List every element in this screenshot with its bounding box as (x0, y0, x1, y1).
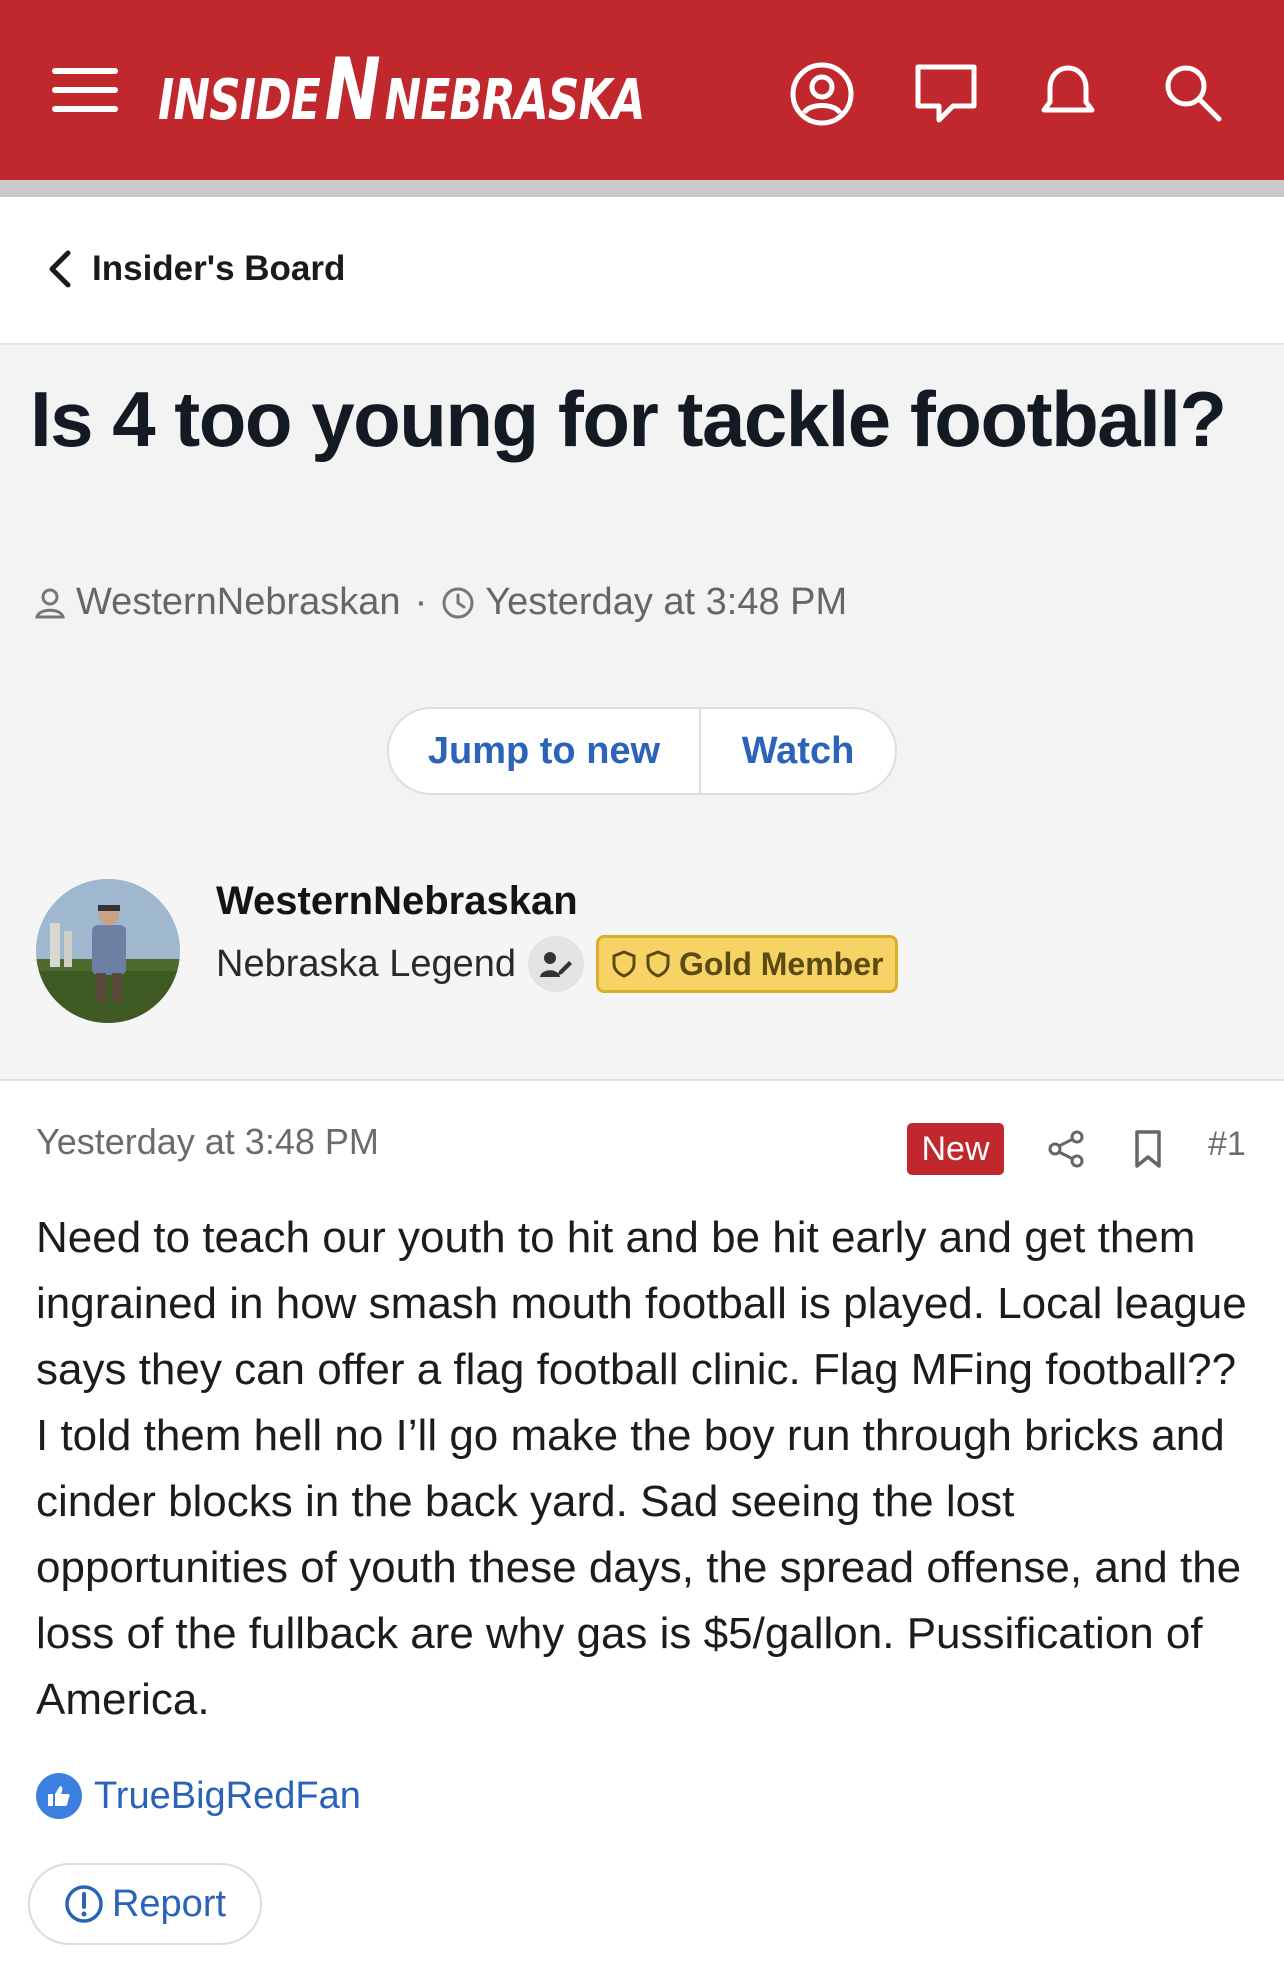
post-timestamp[interactable]: Yesterday at 3:48 PM (36, 1121, 379, 1163)
user-rank: Nebraska Legend (216, 942, 516, 985)
thread-title: Is 4 too young for tackle football? (30, 375, 1227, 463)
breadcrumb: Insider's Board (0, 197, 1284, 345)
search-button[interactable] (1156, 56, 1228, 128)
logo-n-mark: N (324, 40, 381, 140)
watch-button[interactable]: Watch (699, 709, 895, 793)
menu-button[interactable] (48, 58, 122, 122)
menu-icon (52, 68, 118, 112)
thread-actions: Jump to new Watch (387, 707, 897, 795)
post-body: Need to teach our youth to hit and be hi… (36, 1213, 1247, 1724)
logo-word-nebraska: NEBRASKA (384, 68, 646, 133)
account-icon (790, 62, 854, 126)
report-label: Report (111, 1882, 227, 1925)
breadcrumb-label: Insider's Board (92, 249, 346, 288)
reactions-row[interactable]: TrueBigRedFan (36, 1773, 361, 1819)
thread-author[interactable]: WesternNebraskan (76, 581, 401, 624)
thread-meta: WesternNebraskan · Yesterday at 3:48 PM (34, 581, 847, 624)
logo-word-inside: INSIDE (158, 68, 321, 133)
avatar[interactable] (36, 879, 180, 1023)
post-author-name[interactable]: WesternNebraskan (216, 879, 578, 924)
post: Yesterday at 3:48 PM New #1 Need to teac… (0, 1081, 1284, 1979)
conversations-button[interactable] (908, 58, 984, 130)
jump-to-new-button[interactable]: Jump to new (389, 709, 699, 793)
user-edit-icon (528, 936, 584, 992)
reaction-user[interactable]: TrueBigRedFan (94, 1775, 361, 1818)
meta-separator: · (414, 581, 428, 623)
share-icon (1048, 1130, 1084, 1168)
chat-icon (915, 64, 977, 123)
top-header: INSIDENNEBRASKA (0, 0, 1284, 180)
post-author-block: WesternNebraskan Nebraska Legend Gold Me… (0, 843, 1284, 1081)
bookmark-icon (1135, 1130, 1161, 1168)
user-rank-row: Nebraska Legend Gold Member (216, 935, 899, 993)
logo-wordmark: INSIDENNEBRASKA (158, 47, 645, 133)
site-logo[interactable]: INSIDENNEBRASKA (158, 44, 782, 136)
alerts-button[interactable] (1032, 56, 1104, 128)
shield-icon (612, 950, 636, 978)
bell-icon (1041, 65, 1095, 113)
user-icon (35, 588, 65, 618)
chevron-left-icon (49, 250, 71, 288)
new-badge: New (907, 1123, 1004, 1175)
alert-icon (65, 1885, 103, 1923)
account-button[interactable] (786, 58, 858, 130)
shield-icon (646, 950, 670, 978)
post-number[interactable]: #1 (1208, 1125, 1246, 1164)
gold-member-badge: Gold Member (596, 935, 899, 993)
header-divider (0, 180, 1284, 197)
breadcrumb-back-link[interactable]: Insider's Board (46, 249, 345, 289)
thumbs-up-icon (36, 1773, 82, 1819)
share-button[interactable] (1044, 1127, 1088, 1171)
thread-time[interactable]: Yesterday at 3:48 PM (485, 581, 847, 624)
clock-icon (442, 587, 474, 618)
badge-label: Gold Member (679, 945, 884, 982)
thread-header: Is 4 too young for tackle football? West… (0, 345, 1284, 843)
bookmark-button[interactable] (1128, 1127, 1168, 1171)
search-icon (1165, 65, 1222, 122)
report-button[interactable]: Report (28, 1863, 262, 1945)
